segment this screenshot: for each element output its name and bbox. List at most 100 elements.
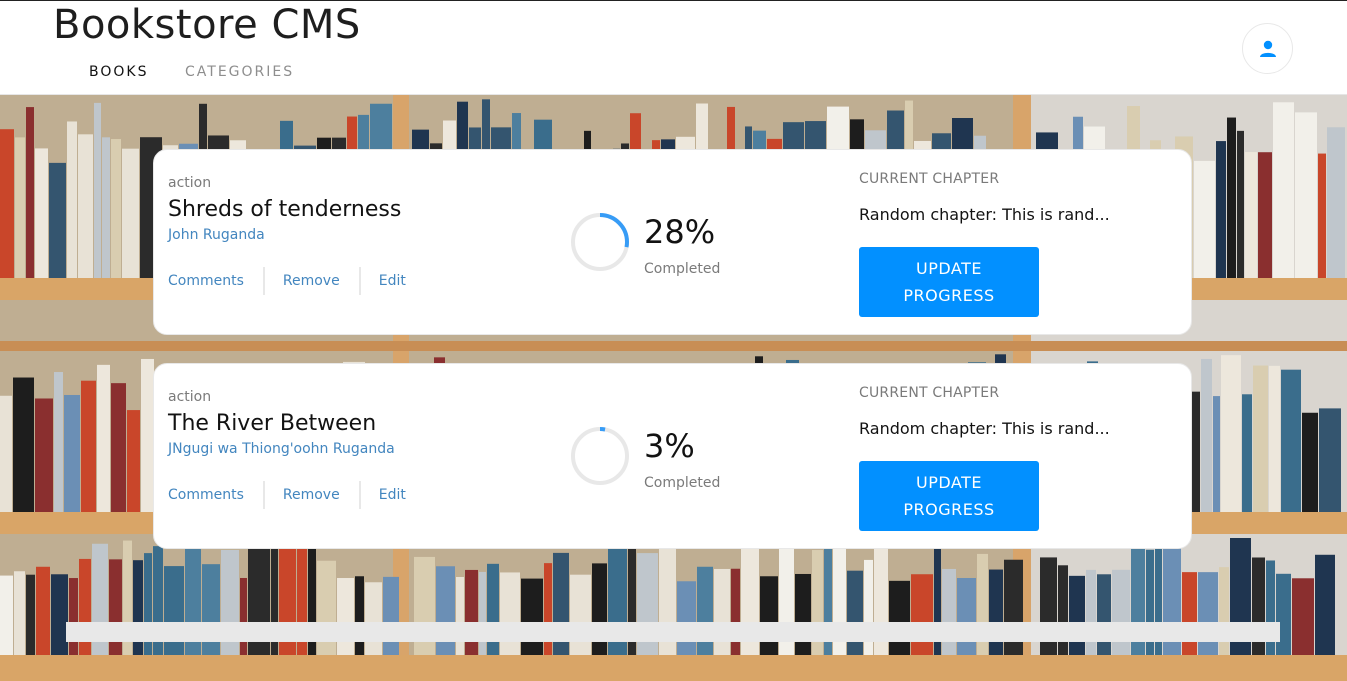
book-spine xyxy=(1182,572,1197,655)
book-spine xyxy=(1237,130,1244,278)
progress-ring xyxy=(571,213,629,271)
remove-button[interactable]: Remove xyxy=(283,273,340,289)
book-spine xyxy=(81,380,96,512)
book-card: action The River Between JNgugi wa Thion… xyxy=(153,363,1192,549)
book-title: The River Between xyxy=(168,411,377,436)
book-spine xyxy=(677,581,696,655)
book-spine xyxy=(1216,141,1226,278)
book-spine xyxy=(1258,152,1272,278)
book-spine xyxy=(1276,573,1291,655)
progress-completed-label: Completed xyxy=(644,261,721,277)
book-spine xyxy=(1318,153,1326,278)
update-progress-label-line1: UPDATE xyxy=(916,259,982,278)
book-spine xyxy=(35,398,53,512)
book-spine xyxy=(127,410,140,512)
book-actions: Comments Remove Edit xyxy=(168,481,406,509)
book-spine xyxy=(97,364,110,512)
current-chapter: Random chapter: This is rand... xyxy=(859,419,1110,438)
book-spine xyxy=(36,566,50,655)
user-icon xyxy=(1259,40,1276,57)
book-spine xyxy=(240,577,247,655)
book-spine xyxy=(1086,569,1096,655)
book-spine xyxy=(847,570,863,655)
progress-completed-label: Completed xyxy=(644,475,721,491)
edit-button[interactable]: Edit xyxy=(379,487,406,503)
book-spine xyxy=(731,568,740,655)
book-spine xyxy=(355,576,364,655)
book-spine xyxy=(13,377,34,512)
book-spine xyxy=(111,383,126,512)
book-spine xyxy=(1302,412,1318,512)
nav-categories[interactable]: CATEGORIES xyxy=(185,63,294,81)
book-spine xyxy=(957,577,976,655)
book-spine xyxy=(1213,396,1220,512)
book-spine xyxy=(1327,127,1345,279)
book-spine xyxy=(1227,117,1236,279)
book-spine xyxy=(67,121,77,278)
update-progress-label-line2: PROGRESS xyxy=(903,500,995,519)
book-spine xyxy=(1194,160,1215,278)
horizontal-scrollbar[interactable] xyxy=(66,622,1280,642)
book-spine xyxy=(714,568,730,655)
user-profile-button[interactable] xyxy=(1242,23,1293,74)
comments-button[interactable]: Comments xyxy=(168,273,244,289)
current-chapter-label: CURRENT CHAPTER xyxy=(859,385,1000,401)
book-spine xyxy=(456,576,464,655)
nav-books[interactable]: BOOKS xyxy=(89,63,148,81)
book-spine xyxy=(911,574,933,655)
action-divider xyxy=(262,481,265,509)
book-card: action Shreds of tenderness John Ruganda… xyxy=(153,149,1192,335)
action-divider xyxy=(262,267,265,295)
book-genre: action xyxy=(168,175,212,191)
current-chapter-label: CURRENT CHAPTER xyxy=(859,171,1000,187)
progress-ring xyxy=(571,427,629,485)
book-spine xyxy=(54,372,63,512)
book-spine xyxy=(465,569,478,655)
book-spine xyxy=(78,134,93,278)
book-spine xyxy=(795,573,811,655)
app-header: Bookstore CMS BOOKS CATEGORIES xyxy=(0,0,1347,95)
book-spine xyxy=(760,576,778,655)
book-spine xyxy=(1319,408,1341,512)
book-spine xyxy=(889,580,910,655)
book-spine xyxy=(942,568,956,655)
book-spine xyxy=(35,148,48,278)
book-spine xyxy=(51,574,68,655)
book-spine xyxy=(1315,554,1335,655)
book-author[interactable]: John Ruganda xyxy=(168,227,265,243)
book-spine xyxy=(1097,574,1111,655)
book-spine xyxy=(1245,152,1257,278)
book-spine xyxy=(1281,369,1301,512)
update-progress-button[interactable]: UPDATE PROGRESS xyxy=(859,461,1039,531)
edit-button[interactable]: Edit xyxy=(379,273,406,289)
book-spine xyxy=(1269,365,1280,512)
book-spine xyxy=(1273,102,1294,278)
book-spine xyxy=(94,102,101,278)
book-spine xyxy=(1198,572,1218,655)
book-spine xyxy=(0,575,13,655)
progress-percent: 28% xyxy=(644,213,716,251)
book-spine xyxy=(0,129,14,278)
book-spine xyxy=(521,578,543,655)
app-title: Bookstore CMS xyxy=(53,2,361,48)
book-spine xyxy=(122,148,139,278)
book-author[interactable]: JNgugi wa Thiong'oohn Ruganda xyxy=(168,441,395,457)
book-spine xyxy=(1253,365,1268,512)
remove-button[interactable]: Remove xyxy=(283,487,340,503)
book-spine xyxy=(1221,355,1241,512)
book-spine xyxy=(0,395,12,512)
update-progress-label-line2: PROGRESS xyxy=(903,286,995,305)
book-spine xyxy=(26,107,34,279)
book-spine xyxy=(1112,569,1130,655)
book-spine xyxy=(1201,358,1212,512)
update-progress-button[interactable]: UPDATE PROGRESS xyxy=(859,247,1039,317)
book-spine xyxy=(1069,575,1085,655)
current-chapter: Random chapter: This is rand... xyxy=(859,205,1110,224)
book-spine xyxy=(1295,112,1317,279)
comments-button[interactable]: Comments xyxy=(168,487,244,503)
book-spine xyxy=(383,576,399,655)
book-spine xyxy=(15,137,25,278)
book-spine xyxy=(570,574,591,655)
book-spine xyxy=(64,394,80,512)
book-spine xyxy=(365,582,382,655)
